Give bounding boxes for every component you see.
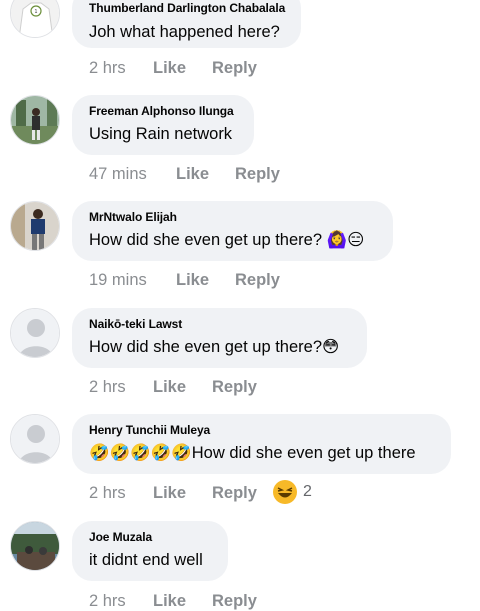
- reply-button[interactable]: Reply: [212, 58, 257, 78]
- avatar[interactable]: [10, 201, 60, 251]
- comment-text: 🤣🤣🤣🤣🤣How did she even get up there: [89, 442, 434, 464]
- comment-bubble: Naikō-teki Lawst How did she even get up…: [72, 308, 367, 368]
- comment-time: 19 mins: [89, 271, 147, 289]
- comment-text-content: 🤣🤣🤣🤣🤣How did she even get up there: [89, 444, 416, 462]
- commenter-name[interactable]: MrNtwalo Elijah: [89, 210, 376, 224]
- comment-text-content: How did she even get up there?😳: [89, 338, 340, 356]
- like-button[interactable]: Like: [153, 377, 186, 397]
- laughing-reaction-icon[interactable]: [272, 479, 298, 510]
- commenter-name[interactable]: Henry Tunchii Muleya: [89, 423, 434, 437]
- reply-button[interactable]: Reply: [212, 591, 257, 611]
- comment-text: Using Rain network: [89, 125, 233, 143]
- like-button[interactable]: Like: [176, 164, 209, 184]
- reaction-count[interactable]: 2: [303, 483, 312, 501]
- reply-button[interactable]: Reply: [235, 164, 280, 184]
- comment-bubble: MrNtwalo Elijah How did she even get up …: [72, 201, 393, 261]
- avatar[interactable]: [10, 521, 60, 571]
- avatar[interactable]: 1: [10, 0, 60, 38]
- comment-time: 2 hrs: [89, 592, 126, 610]
- like-button[interactable]: Like: [176, 270, 209, 290]
- commenter-name[interactable]: Naikō-teki Lawst: [89, 317, 350, 331]
- comment-text-content: How did she even get up there? 🙆‍♀️😑: [89, 231, 365, 249]
- like-button[interactable]: Like: [153, 483, 186, 503]
- comment-text: it didnt end well: [89, 551, 203, 569]
- commenter-name[interactable]: Freeman Alphonso Ilunga: [89, 104, 237, 118]
- comment-text: Joh what happened here?: [89, 23, 280, 41]
- default-avatar-icon[interactable]: [10, 414, 60, 464]
- avatar[interactable]: [10, 95, 60, 145]
- comment-bubble: Joe Muzala it didnt end well: [72, 521, 228, 581]
- comment-text: How did she even get up there?😳: [89, 336, 350, 358]
- like-button[interactable]: Like: [153, 591, 186, 611]
- default-avatar-icon[interactable]: [10, 308, 60, 358]
- comment-time: 2 hrs: [89, 378, 126, 396]
- reply-button[interactable]: Reply: [235, 270, 280, 290]
- reply-button[interactable]: Reply: [212, 377, 257, 397]
- comment-time: 47 mins: [89, 165, 147, 183]
- commenter-name[interactable]: Thumberland Darlington Chabalala: [89, 1, 285, 15]
- reply-button[interactable]: Reply: [212, 483, 257, 503]
- comment-time: 2 hrs: [89, 59, 126, 77]
- comment-bubble: Freeman Alphonso Ilunga Using Rain netwo…: [72, 95, 254, 155]
- comment-time: 2 hrs: [89, 484, 126, 502]
- commenter-name[interactable]: Joe Muzala: [89, 530, 211, 544]
- like-button[interactable]: Like: [153, 58, 186, 78]
- svg-text:1: 1: [34, 9, 37, 15]
- comment-bubble: Thumberland Darlington Chabalala Joh wha…: [72, 0, 301, 48]
- comment-bubble: Henry Tunchii Muleya 🤣🤣🤣🤣🤣How did she ev…: [72, 414, 451, 474]
- comment-text: How did she even get up there? 🙆‍♀️😑: [89, 229, 376, 251]
